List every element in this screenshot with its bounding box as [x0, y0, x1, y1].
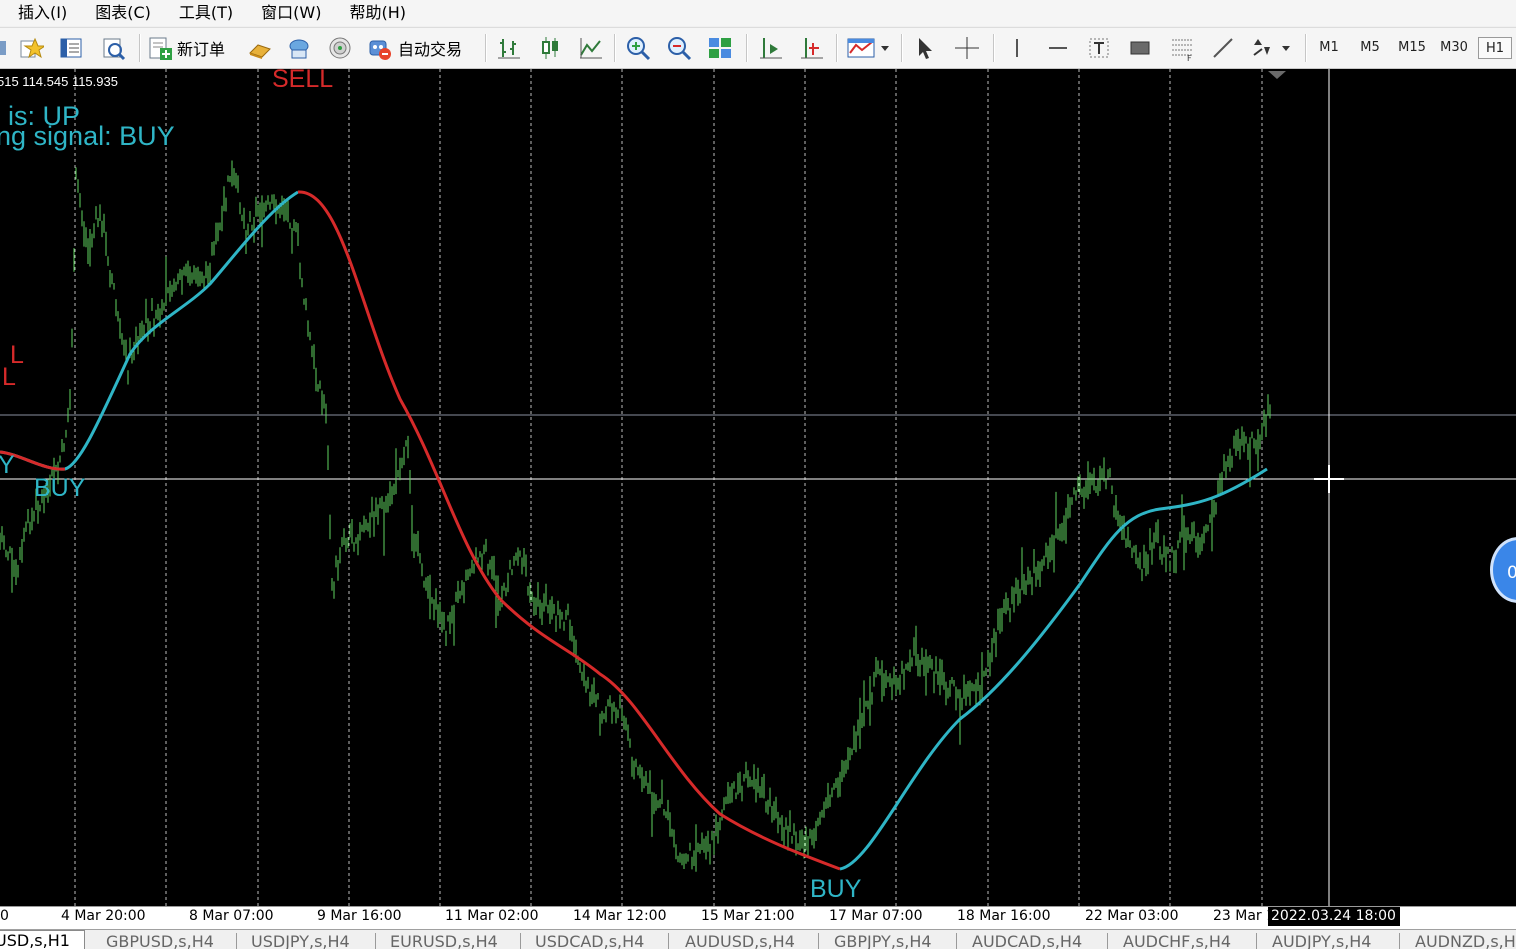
time-tick: 0: [0, 908, 9, 924]
objects-dropdown[interactable]: [1248, 34, 1298, 62]
new-order-label: 新订单: [177, 40, 226, 59]
sell-signal-label-left-2: L: [2, 363, 16, 391]
bar-chart-icon[interactable]: [494, 34, 524, 62]
rectangle-icon[interactable]: [1125, 34, 1155, 62]
time-tick: 14 Mar 12:00: [573, 908, 667, 924]
tab-chart[interactable]: AUDNZD,s,H4: [1415, 932, 1516, 949]
tab-chart-active[interactable]: USD,s,H1: [0, 930, 85, 949]
chart-tab-bar: USD,s,H1 GBPUSD,s,H4 USDJPY,s,H4 EURUSD,…: [0, 929, 1516, 949]
price-chart[interactable]: 515 114.545 115.935 is: UP ng signal: BU…: [0, 69, 1516, 906]
new-order-button[interactable]: 新订单: [147, 34, 239, 62]
auto-scroll-icon[interactable]: [797, 34, 827, 62]
buy-signal-label: BUY: [34, 474, 86, 502]
menu-tools[interactable]: 工具(T): [165, 0, 247, 26]
cloud-signals-icon[interactable]: [285, 34, 313, 62]
gold-bars-icon[interactable]: [245, 34, 273, 62]
auto-trading-icon: [369, 40, 391, 60]
tab-chart[interactable]: AUDCHF,s,H4: [1123, 932, 1231, 949]
moving-average-down: [297, 190, 841, 871]
menu-bar: 插入(I) 图表(C) 工具(T) 窗口(W) 帮助(H): [0, 0, 1516, 26]
buy-signal-label-edge: Y: [0, 451, 15, 479]
chart-canvas[interactable]: [0, 69, 1516, 906]
menu-help[interactable]: 帮助(H): [335, 0, 420, 26]
trendline-icon[interactable]: [1208, 34, 1238, 62]
tab-chart[interactable]: GBPUSD,s,H4: [106, 932, 214, 949]
ohlc-readout: 515 114.545 115.935: [0, 74, 118, 89]
menu-window[interactable]: 窗口(W): [247, 0, 335, 26]
tab-chart[interactable]: AUDJPY,s,H4: [1272, 932, 1371, 949]
auto-trading-button[interactable]: 自动交易: [366, 34, 478, 62]
timeframe-m5[interactable]: M5: [1352, 37, 1388, 59]
vertical-line-icon[interactable]: [1002, 34, 1032, 62]
buy-signal-label-bottom: BUY: [810, 875, 862, 903]
tab-chart[interactable]: EURUSD,s,H4: [390, 932, 498, 949]
time-tick: 22 Mar 03:00: [1085, 908, 1179, 924]
timeframe-m30[interactable]: M30: [1435, 37, 1473, 59]
toolbar: 新订单 自动交易 F M1 M5 M15 M30 H1: [0, 27, 1516, 69]
menu-charts[interactable]: 图表(C): [81, 0, 165, 26]
chart-shift-icon[interactable]: [756, 34, 786, 62]
candlestick-chart-icon[interactable]: [535, 34, 565, 62]
favorites-icon[interactable]: [16, 34, 46, 62]
zoom-in-icon[interactable]: [623, 34, 653, 62]
indicators-dropdown[interactable]: [843, 34, 893, 62]
toolbar-edge-icon[interactable]: [0, 34, 10, 62]
timeframe-m1[interactable]: M1: [1311, 37, 1347, 59]
cursor-icon[interactable]: [910, 34, 940, 62]
svg-text:F: F: [1187, 54, 1192, 61]
tab-chart[interactable]: USDJPY,s,H4: [251, 932, 350, 949]
auto-trading-label: 自动交易: [398, 40, 463, 59]
time-tick: 23 Mar 1: [1213, 908, 1276, 924]
tab-chart[interactable]: GBPJPY,s,H4: [834, 932, 932, 949]
sell-signal-label: SELL: [272, 69, 334, 93]
timeframe-h1[interactable]: H1: [1478, 37, 1512, 59]
time-axis: 0 4 Mar 20:00 8 Mar 07:00 9 Mar 16:00 11…: [0, 906, 1516, 929]
fibonacci-icon[interactable]: F: [1166, 34, 1198, 62]
tile-windows-icon[interactable]: [705, 34, 735, 62]
horizontal-line-icon[interactable]: [1043, 34, 1073, 62]
time-tick: 18 Mar 16:00: [957, 908, 1051, 924]
zoom-out-icon[interactable]: [664, 34, 694, 62]
time-tick: 9 Mar 16:00: [317, 908, 402, 924]
new-order-icon: [149, 37, 172, 60]
time-tick: 15 Mar 21:00: [701, 908, 795, 924]
menu-insert[interactable]: 插入(I): [0, 0, 81, 26]
tab-chart[interactable]: USDCAD,s,H4: [535, 932, 644, 949]
chart-end-marker: [1268, 71, 1286, 79]
tab-chart[interactable]: AUDCAD,s,H4: [972, 932, 1082, 949]
crosshair-icon[interactable]: [951, 34, 983, 62]
indicators-icon: [847, 38, 889, 58]
trend-signal-label: ng signal: BUY: [0, 121, 175, 151]
line-chart-icon[interactable]: [576, 34, 606, 62]
time-tick: 11 Mar 02:00: [445, 908, 539, 924]
moving-average-up: [0, 190, 299, 471]
time-tick: 17 Mar 07:00: [829, 908, 923, 924]
text-label-icon[interactable]: [1084, 34, 1114, 62]
radar-icon[interactable]: [326, 34, 354, 62]
time-tick: 8 Mar 07:00: [189, 908, 274, 924]
time-tick: 4 Mar 20:00: [61, 908, 146, 924]
crosshair-time-label: 2022.03.24 18:00: [1268, 907, 1400, 926]
market-watch-icon[interactable]: [56, 34, 86, 62]
shapes-icon: [1253, 39, 1290, 56]
tab-chart[interactable]: AUDUSD,s,H4: [685, 932, 795, 949]
timeframe-m15[interactable]: M15: [1393, 37, 1431, 59]
navigator-icon[interactable]: [98, 34, 128, 62]
